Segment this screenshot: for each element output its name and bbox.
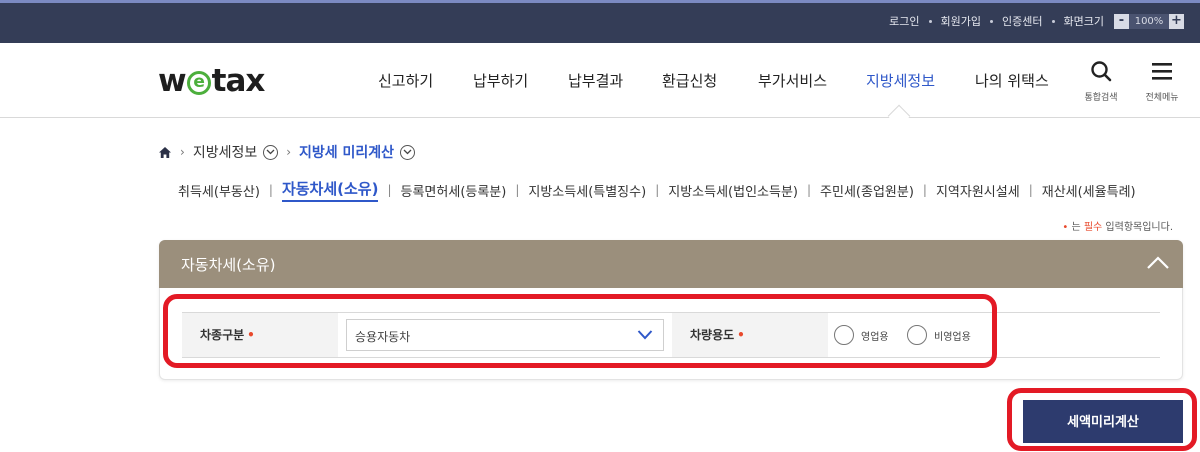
chevron-right-icon: › [180,145,185,159]
chevron-down-icon [637,330,653,340]
breadcrumb-level2[interactable]: 지방세 미리계산 [299,142,394,162]
chevron-down-icon[interactable] [400,144,416,160]
tab-vehicle-tax[interactable]: 자동차세(소유) [281,178,379,202]
vehicle-tax-panel: 자동차세(소유) 차종구분 • 승용자동차 차량용도 • 영업용 비영업용 [159,240,1183,380]
breadcrumb: › 지방세정보 › 지방세 미리계산 [158,142,416,162]
zoom-control: - 100% + [1114,13,1184,29]
tax-tabs: 취득세(부동산) | 자동차세(소유) | 등록면허세(등록분) | 지방소득세… [178,178,1136,202]
tab-divider: | [922,183,927,197]
tab-divider: | [1028,183,1033,197]
vehicle-type-value: 승용자동차 [355,330,411,344]
nav-my-wetax[interactable]: 나의 위택스 [975,70,1049,91]
screen-size-label: 화면크기 [1063,15,1104,28]
nav-extra-services[interactable]: 부가서비스 [758,70,827,91]
zoom-out-button[interactable]: - [1114,13,1129,29]
nav-payment[interactable]: 납부하기 [473,70,528,91]
zoom-level: 100% [1129,13,1169,29]
vehicle-usage-label-text: 차량용도 [690,328,735,342]
logo-e: e [186,71,211,95]
radio-commercial-label: 영업용 [861,331,889,343]
home-icon[interactable] [158,146,172,159]
topbar-accent-line [0,0,1200,3]
tab-divider: | [387,183,392,197]
chevron-right-icon: › [286,145,292,159]
calculate-tax-button[interactable]: 세액미리계산 [1023,400,1183,443]
radio-button[interactable] [834,325,854,345]
vehicle-usage-label: 차량용도 • [672,313,828,357]
separator-dot [990,19,994,23]
logo-w: w [158,63,187,99]
cert-center-link[interactable]: 인증센터 [1002,13,1042,29]
required-note-suffix: 입력항목입니다. [1102,222,1173,233]
all-menu-button[interactable]: 전체메뉴 [1137,60,1187,103]
form-row: 차종구분 • 승용자동차 차량용도 • 영업용 비영업용 [182,312,1160,358]
nav-local-tax-info[interactable]: 지방세정보 [866,70,935,91]
hamburger-icon [1152,63,1172,80]
required-note: • 는 필수 입력항목입니다. [1062,218,1173,233]
radio-non-commercial-label: 비영업용 [934,331,971,343]
required-mark: • [737,328,745,342]
main-header: w e tax 신고하기 납부하기 납부결과 환급신청 부가서비스 지방세정보 나의… [0,43,1200,128]
nav-refund[interactable]: 환급신청 [662,70,717,91]
separator-dot [1051,19,1055,23]
all-menu-caption: 전체메뉴 [1145,93,1179,103]
tab-registration-tax[interactable]: 등록면허세(등록분) [401,181,507,200]
utility-links: 로그인 회원가입 인증센터 화면크기 - 100% + [889,12,1184,30]
search-button[interactable]: 통합검색 [1076,60,1126,103]
separator-dot [928,19,932,23]
tab-resident-tax[interactable]: 주민세(종업원분) [820,181,914,200]
radio-button[interactable] [907,325,927,345]
tab-local-income-tax-withholding[interactable]: 지방소득세(특별징수) [528,181,646,200]
vehicle-type-label: 차종구분 • [182,313,338,357]
nav-report[interactable]: 신고하기 [378,70,433,91]
active-nav-pointer [887,104,911,128]
required-mark: • [247,328,255,342]
search-icon [1091,61,1112,82]
tab-divider: | [655,183,660,197]
tab-divider: | [806,183,812,197]
tab-property-tax[interactable]: 재산세(세율특례) [1042,181,1136,200]
panel-title: 자동차세(소유) [181,256,276,274]
zoom-in-button[interactable]: + [1169,13,1184,29]
logo-tax: tax [211,63,266,99]
collapse-chevron-icon[interactable] [1145,250,1171,276]
chevron-down-icon[interactable] [263,144,279,160]
vehicle-type-select[interactable]: 승용자동차 [346,319,664,351]
wetax-logo[interactable]: w e tax [158,63,266,99]
radio-non-commercial[interactable]: 비영업용 [907,325,971,345]
required-note-prefix: 는 [1068,222,1084,233]
nav-payment-result[interactable]: 납부결과 [568,70,623,91]
search-caption: 통합검색 [1084,93,1118,103]
tab-local-income-tax-corporate[interactable]: 지방소득세(법인소득분) [668,181,798,200]
login-link[interactable]: 로그인 [889,13,919,29]
panel-header: 자동차세(소유) [159,240,1183,288]
tab-divider: | [268,183,273,197]
tab-divider: | [515,183,520,197]
tab-acquisition-tax[interactable]: 취득세(부동산) [178,181,260,200]
utility-bar: 로그인 회원가입 인증센터 화면크기 - 100% + [0,0,1200,43]
vehicle-type-label-text: 차종구분 [200,328,245,342]
radio-commercial[interactable]: 영업용 [834,325,889,345]
signup-link[interactable]: 회원가입 [941,13,981,29]
breadcrumb-level1[interactable]: 지방세정보 [193,142,257,162]
tab-regional-resource-tax[interactable]: 지역자원시설세 [936,181,1020,200]
required-note-emph: 필수 [1083,222,1103,233]
